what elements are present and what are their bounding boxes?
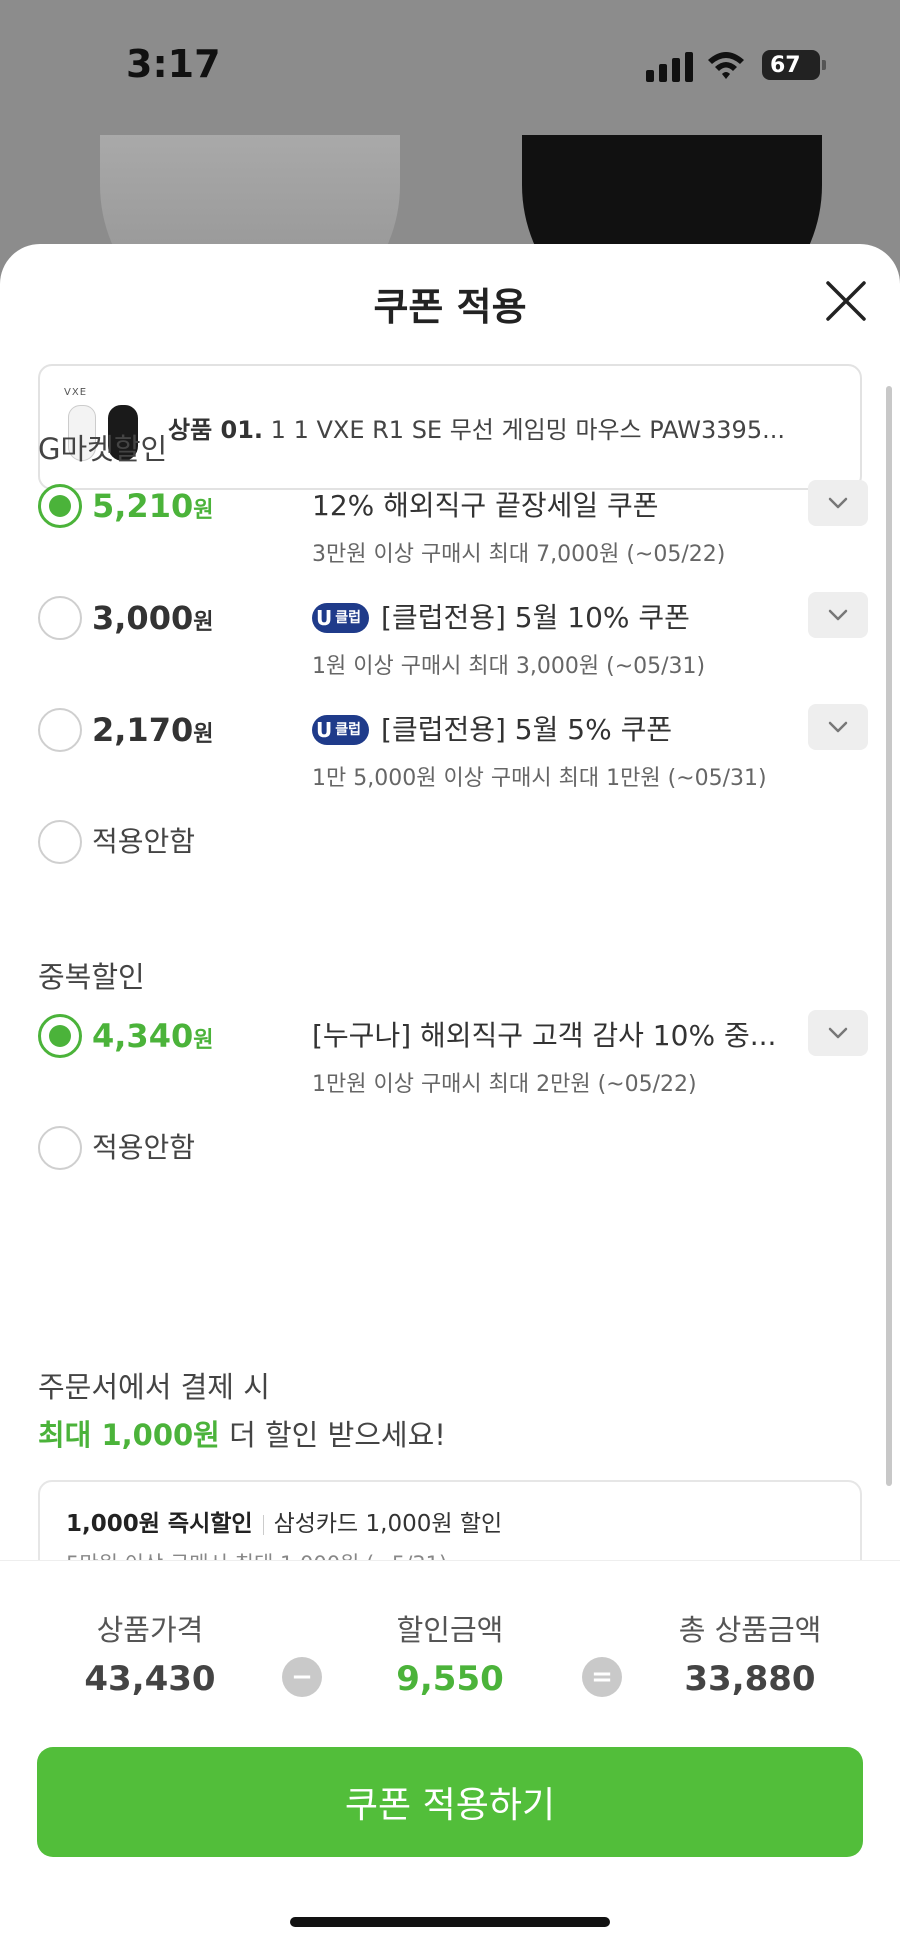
uclub-badge: U 클럽 — [312, 715, 370, 745]
battery-icon: 67 — [762, 50, 826, 80]
coupon-condition: 1만원 이상 구매시 최대 2만원 (~05/22) — [312, 1072, 697, 1097]
sheet-title: 쿠폰 적용 — [373, 285, 527, 329]
duplicate-section-title: 중복할인 — [38, 960, 145, 994]
expand-button[interactable] — [808, 704, 868, 750]
price-summary-footer: 상품가격 43,430 − 할인금액 9,550 = 총 상품금액 33,880… — [0, 1560, 900, 1951]
card-offer-title: 1,000원 즉시할인 삼성카드 1,000원 할인 — [66, 1511, 503, 1537]
coupon-condition: 1만 5,000원 이상 구매시 최대 1만원 (~05/31) — [312, 766, 767, 791]
chevron-down-icon — [828, 721, 848, 733]
status-time: 3:17 — [126, 42, 221, 86]
equals-icon: = — [582, 1657, 622, 1697]
product-prefix: 상품 01. — [168, 415, 264, 444]
home-indicator — [290, 1917, 610, 1927]
coupon-title: [누구나] 해외직구 고객 감사 10% 중... — [312, 1019, 777, 1052]
coupon-row[interactable]: 3,000원 U 클럽 [클럽전용] 5월 10% 쿠폰 1원 이상 구매시 최대… — [38, 592, 868, 696]
total-value: 33,880 — [684, 1659, 816, 1699]
radio-unselected[interactable] — [38, 708, 82, 752]
scrollbar[interactable] — [886, 386, 892, 1486]
close-icon[interactable] — [822, 277, 870, 325]
minus-icon: − — [282, 1657, 322, 1697]
cellular-signal-icon — [646, 52, 693, 82]
expand-button[interactable] — [808, 480, 868, 526]
discount-label: 할인금액 — [396, 1613, 504, 1647]
chevron-down-icon — [828, 609, 848, 621]
radio-unselected[interactable] — [38, 820, 82, 864]
gmarket-section-title: G마켓할인 — [38, 432, 168, 466]
promo-highlight-line: 최대 1,000원 더 할인 받으세요! — [38, 1418, 446, 1452]
coupon-row[interactable]: 2,170원 U 클럽 [클럽전용] 5월 5% 쿠폰 1만 5,000원 이상 … — [38, 704, 868, 808]
total-label: 총 상품금액 — [678, 1613, 822, 1647]
product-name: 상품 01. 1 1 VXE R1 SE 무선 게임밍 마우스 PAW3395.… — [168, 410, 828, 445]
coupon-amount: 3,000원 — [92, 599, 214, 637]
wifi-icon — [708, 52, 744, 79]
coupon-title: U 클럽 [클럽전용] 5월 5% 쿠폰 — [312, 708, 672, 752]
radio-unselected[interactable] — [38, 596, 82, 640]
coupon-title: U 클럽 [클럽전용] 5월 10% 쿠폰 — [312, 596, 690, 640]
promo-line: 주문서에서 결제 시 — [38, 1370, 270, 1404]
price-label: 상품가격 — [96, 1613, 204, 1647]
coupon-title: 12% 해외직구 끝장세일 쿠폰 — [312, 489, 659, 522]
discount-value: 9,550 — [396, 1659, 504, 1699]
coupon-row[interactable]: 4,340원 [누구나] 해외직구 고객 감사 10% 중... 1만원 이상 … — [38, 1010, 868, 1114]
no-coupon-label: 적용안함 — [92, 825, 196, 858]
thumb-brand: VXE — [64, 387, 88, 398]
coupon-condition: 3만원 이상 구매시 최대 7,000원 (~05/22) — [312, 542, 726, 567]
coupon-amount: 4,340원 — [92, 1017, 214, 1055]
chevron-down-icon — [828, 497, 848, 509]
no-coupon-label: 적용안함 — [92, 1131, 196, 1164]
chevron-down-icon — [828, 1027, 848, 1039]
price-value: 43,430 — [84, 1659, 216, 1699]
battery-level: 67 — [770, 52, 801, 78]
product-title: 1 1 VXE R1 SE 무선 게임밍 마우스 PAW3395... — [270, 415, 785, 444]
no-coupon-row[interactable]: 적용안함 — [38, 1126, 868, 1176]
expand-button[interactable] — [808, 592, 868, 638]
uclub-badge: U 클럽 — [312, 603, 370, 633]
radio-selected[interactable] — [38, 484, 82, 528]
expand-button[interactable] — [808, 1010, 868, 1056]
no-coupon-row[interactable]: 적용안함 — [38, 820, 868, 870]
radio-unselected[interactable] — [38, 1126, 82, 1170]
coupon-row[interactable]: 5,210원 12% 해외직구 끝장세일 쿠폰 3만원 이상 구매시 최대 7,… — [38, 480, 868, 584]
coupon-condition: 1원 이상 구매시 최대 3,000원 (~05/31) — [312, 654, 706, 679]
radio-selected[interactable] — [38, 1014, 82, 1058]
apply-coupon-button[interactable]: 쿠폰 적용하기 — [37, 1747, 863, 1857]
coupon-amount: 2,170원 — [92, 711, 214, 749]
coupon-amount: 5,210원 — [92, 487, 214, 525]
